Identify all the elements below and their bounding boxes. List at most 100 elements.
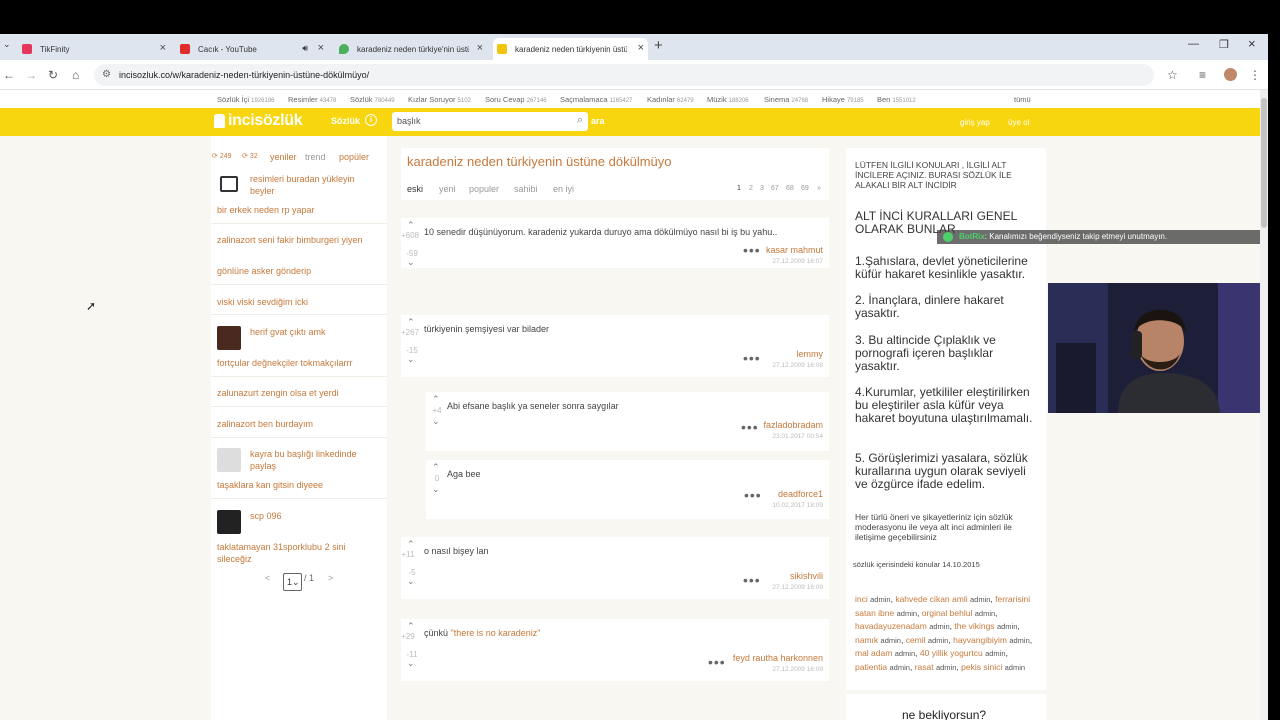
list-item[interactable]: taşaklara kan gitsin diyeee (217, 479, 377, 491)
entry-date[interactable]: 27.12.2009 16:07 (772, 258, 823, 265)
search-input[interactable]: başlık ⌕ (392, 112, 588, 131)
window-close-icon[interactable]: × (1248, 36, 1256, 51)
category-kadinlar[interactable]: Kadınlar 62479 (647, 95, 694, 104)
entry-author[interactable]: kasar mahmut (766, 245, 823, 255)
entry-author[interactable]: feyd rautha harkonnen (733, 653, 823, 663)
admin-link[interactable]: mal adam (855, 648, 892, 658)
minimize-icon[interactable]: — (1188, 38, 1199, 50)
category-hikaye[interactable]: Hikaye 79185 (822, 95, 864, 104)
category-tumu[interactable]: tümü (1014, 95, 1031, 104)
bookmark-star-icon[interactable]: ☆ (1167, 68, 1178, 82)
profile-avatar[interactable] (1224, 68, 1237, 81)
downvote-icon[interactable]: ⌄ (432, 484, 440, 495)
browser-tab-tikfinity[interactable]: TikFinity × (18, 38, 170, 60)
entry-date[interactable]: 27.12.2009 16:09 (772, 666, 823, 673)
browser-tab-incisozluk-active[interactable]: karadeniz neden türkiyenin üstü × (493, 38, 648, 60)
list-item[interactable]: kayra bu başlığı linkedinde paylaş (217, 448, 377, 472)
category-soru-cevap[interactable]: Soru Cevap 267146 (485, 95, 547, 104)
tab-close-icon[interactable]: × (638, 42, 644, 54)
admin-link[interactable]: havadayuzenadam (855, 621, 927, 631)
downvote-icon[interactable]: ⌄ (407, 354, 415, 365)
audio-playing-icon[interactable]: 🔊︎ (302, 43, 308, 54)
upvote-icon[interactable]: ⌃ (407, 317, 415, 328)
admin-link[interactable]: inci (855, 594, 868, 604)
entry-author[interactable]: fazladobradam (763, 420, 823, 430)
entry-author[interactable]: lemmy (797, 349, 824, 359)
tab-close-icon[interactable]: × (318, 42, 324, 54)
prev-page-icon[interactable]: < (265, 573, 270, 583)
info-icon[interactable]: i (365, 114, 377, 126)
upvote-icon[interactable]: ⌃ (432, 394, 440, 405)
sozluk-menu-button[interactable]: Sözlük (331, 116, 360, 126)
entry-date[interactable]: 27.12.2009 16:09 (772, 584, 823, 591)
downvote-icon[interactable]: ⌄ (432, 416, 440, 427)
list-item[interactable]: bir erkek neden rp yapar (217, 204, 377, 216)
entry-date[interactable]: 23.01.2017 00:54 (772, 433, 823, 440)
list-item[interactable]: gönlüne asker gönderip (217, 265, 377, 277)
tab-search-chevron-icon[interactable]: ⌄ (3, 39, 11, 50)
entry-author[interactable]: deadforce1 (778, 489, 823, 499)
topic-title[interactable]: karadeniz neden türkiyenin üstüne dökülm… (407, 154, 672, 169)
admin-link[interactable]: the vikings (954, 621, 994, 631)
page-link[interactable]: 68 (786, 185, 794, 192)
site-info-icon[interactable]: ⚙ (102, 69, 111, 80)
login-link[interactable]: giriş yap (960, 118, 990, 127)
stat-refresh[interactable]: ⟳ 249 (212, 152, 232, 160)
list-item[interactable]: scp 096 (217, 510, 377, 534)
admin-link[interactable]: hayvangibiyim (953, 635, 1007, 645)
scrollbar-thumb[interactable] (1261, 98, 1267, 228)
category-muzik[interactable]: Müzik 188206 (707, 95, 749, 104)
sort-yeni[interactable]: yeni (439, 184, 456, 194)
next-page-icon[interactable]: > (328, 573, 333, 583)
entry-date[interactable]: 27.12.2009 16:08 (772, 362, 823, 369)
downvote-icon[interactable]: ⌄ (407, 658, 415, 669)
list-item[interactable]: resimleri buradan yükleyin beyler (217, 173, 377, 197)
search-icon[interactable]: ⌕ (577, 114, 583, 127)
downvote-icon[interactable]: ⌄ (407, 576, 415, 587)
admin-link[interactable]: rasat (915, 662, 934, 672)
category-sinema[interactable]: Sinema 24768 (764, 95, 808, 104)
upvote-icon[interactable]: ⌃ (432, 462, 440, 473)
upvote-icon[interactable]: ⌃ (407, 220, 415, 231)
site-logo[interactable]: incisözlük (214, 112, 303, 130)
back-arrow-icon[interactable]: ← (3, 68, 15, 82)
url-field[interactable]: ⚙ incisozluk.co/w/karadeniz-neden-türkiy… (94, 64, 1154, 86)
restore-icon[interactable]: ❐ (1219, 38, 1229, 51)
new-tab-plus-icon[interactable]: + (654, 37, 663, 54)
register-link[interactable]: üye ol (1008, 118, 1029, 127)
entry-date[interactable]: 10.02.2017 18:09 (772, 502, 823, 509)
list-item[interactable]: fortçular değnekçiler tokmakçılarrr (217, 357, 377, 369)
category-ben[interactable]: Ben 1551012 (877, 95, 916, 104)
admin-link[interactable]: pekis sinici (961, 662, 1002, 672)
browser-tab-youtube[interactable]: Cacık - YouTube 🔊︎ × (176, 38, 328, 60)
page-scrollbar[interactable] (1260, 90, 1268, 720)
tab-populer[interactable]: popüler (339, 152, 369, 162)
sort-sahibi[interactable]: sahibi (514, 184, 538, 194)
page-link[interactable]: 2 (749, 185, 753, 192)
tab-close-icon[interactable]: × (160, 42, 166, 54)
admin-link[interactable]: cemil (906, 635, 926, 645)
list-item[interactable]: zalinazort seni fakir bimburgeri yiyen (217, 234, 377, 246)
upvote-icon[interactable]: ⌃ (407, 621, 415, 632)
sort-en-iyi[interactable]: en iyi (553, 184, 574, 194)
category-resimler[interactable]: Resimler 43478 (288, 95, 336, 104)
category-kizlar-soruyor[interactable]: Kızlar Soruyor 5102 (408, 95, 471, 104)
entry-author[interactable]: sikishvili (790, 571, 823, 581)
tab-close-icon[interactable]: × (477, 42, 483, 54)
stat-new[interactable]: ⟳ 32 (242, 152, 258, 160)
upvote-icon[interactable]: ⌃ (407, 539, 415, 550)
admin-link[interactable]: orginal behlul (922, 608, 973, 618)
forward-arrow-icon[interactable]: → (25, 68, 37, 82)
category-sozluk-ici[interactable]: Sözlük İçi 1926196 (217, 95, 274, 104)
menu-kebab-icon[interactable]: ⋮ (1249, 68, 1261, 82)
list-item[interactable]: herif gvat çıktı amk (217, 326, 377, 350)
media-control-icon[interactable]: ≡ (1199, 68, 1206, 82)
entry-menu-icon[interactable]: ••• (743, 242, 761, 258)
search-button[interactable]: ara (591, 116, 605, 126)
page-link[interactable]: 1 (737, 185, 741, 192)
list-item[interactable]: viski viski sevdiğim icki (217, 296, 377, 308)
tab-yeniler[interactable]: yeniler (270, 152, 297, 162)
reload-icon[interactable]: ↻ (48, 68, 58, 82)
browser-tab-incisozluk-1[interactable]: karadeniz neden türkiye'nin üstü × (335, 38, 487, 60)
page-select[interactable]: 1⌄ (283, 573, 302, 591)
